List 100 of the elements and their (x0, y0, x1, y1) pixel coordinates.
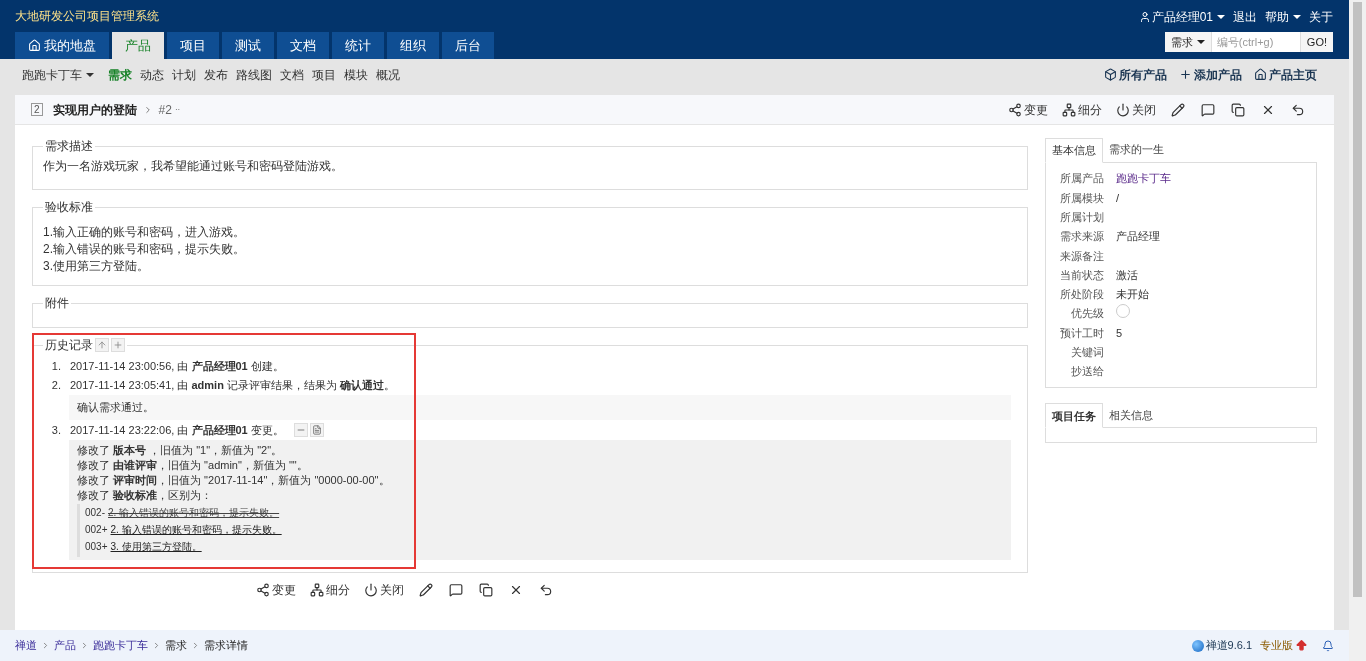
change-line: 修改了 验收标准，区别为： (77, 488, 214, 503)
diff-line-number: 002+ (85, 523, 108, 537)
nav-tab[interactable]: 统计 (332, 32, 384, 59)
nav-tab[interactable]: 组织 (387, 32, 439, 59)
change-line: 修改了 版本号 ，旧值为 "1"，新值为 "2"。 (77, 443, 284, 458)
field-label: 抄送给 (1070, 364, 1104, 380)
nav-tab[interactable]: 我的地盘 (15, 32, 109, 59)
entry-number: 3. (50, 422, 61, 438)
product-action-link[interactable]: 所有产品 (1104, 65, 1167, 84)
action-button[interactable]: 关闭 (362, 581, 406, 599)
user-menu[interactable]: 产品经理01 (1138, 7, 1225, 26)
breadcrumb-separator-icon (41, 641, 50, 650)
power-icon (364, 583, 378, 597)
user-icon (1138, 10, 1151, 23)
section-title: 验收标准 (44, 199, 94, 216)
subnav-link[interactable]: 计划 (172, 65, 196, 84)
nav-tab[interactable]: 后台 (442, 32, 494, 59)
copy-icon (479, 583, 493, 597)
criteria-line: 1.输入正确的账号和密码，进入游戏。 (43, 224, 246, 241)
product-link[interactable]: 跑跑卡丁车 (1116, 172, 1171, 185)
undo-icon (1291, 102, 1305, 117)
go-button[interactable]: GO! (1299, 32, 1333, 52)
section-title: 历史记录 (45, 337, 93, 354)
plus-icon (113, 340, 123, 350)
field-label: 预计工时 (1059, 325, 1104, 341)
action-button[interactable]: 关闭 (1114, 100, 1158, 119)
diff-line: 2. 输入错误的账号和密码，提示失败。 (110, 523, 282, 537)
arrow-up-icon (97, 340, 107, 350)
field-label: 优先级 (1070, 306, 1104, 322)
subnav-link[interactable]: 发布 (204, 65, 228, 84)
info-tab[interactable]: 需求的一生 (1103, 137, 1170, 162)
close-icon (509, 583, 523, 597)
info-tab[interactable]: 基本信息 (1045, 138, 1103, 163)
breadcrumb-link[interactable]: 需求详情 (204, 637, 248, 654)
comment-box: 确认需求通过。 (69, 395, 1011, 420)
search-type-dropdown[interactable]: 需求 (1164, 32, 1212, 52)
field-label: 所属模块 (1059, 190, 1104, 206)
field-value: 5 (1116, 326, 1123, 339)
subnav-link[interactable]: 需求 (108, 65, 132, 84)
bell-icon[interactable] (1322, 639, 1334, 652)
action-button[interactable]: 变更 (254, 581, 298, 599)
info-tab[interactable]: 相关信息 (1103, 402, 1159, 428)
history-entry: 2017-11-14 23:22:06, 由 产品经理01 变更。 (70, 422, 284, 438)
subnav-link[interactable]: 模块 (344, 65, 368, 84)
edition-link[interactable]: 专业版 (1260, 637, 1308, 654)
box-icon (1104, 68, 1117, 81)
toggle-button[interactable] (293, 422, 308, 437)
nav-tab[interactable]: 产品 (112, 32, 164, 59)
caret-icon (1293, 14, 1301, 19)
story-title: 实现用户的登陆 (52, 101, 137, 119)
breadcrumb-separator-icon (191, 641, 200, 650)
version-link[interactable]: 禅道9.6.1 (1205, 637, 1252, 654)
subnav-link[interactable]: 动态 (140, 65, 164, 84)
pencil-icon (1171, 102, 1185, 117)
action-button[interactable]: 变更 (1006, 100, 1050, 119)
criteria-line: 2.输入错误的账号和密码，提示失败。 (43, 241, 246, 258)
info-tab[interactable]: 项目任务 (1045, 403, 1103, 429)
logout-link[interactable]: 退出 (1233, 7, 1257, 26)
diff-line: 2. 输入错误的账号和密码，提示失败。 (108, 506, 280, 520)
history-entry: 2017-11-14 23:00:56, 由 产品经理01 创建。 (70, 359, 284, 374)
action-button[interactable]: 细分 (1060, 100, 1104, 119)
field-label: 来源备注 (1059, 248, 1104, 264)
action-button[interactable]: 细分 (308, 581, 352, 599)
subnav-link[interactable]: 文档 (280, 65, 304, 84)
app-title: 大地研发公司项目管理系统 (15, 9, 160, 24)
field-label: 所属产品 (1059, 171, 1104, 187)
breadcrumb-separator-icon (152, 641, 161, 650)
share-icon (1008, 102, 1022, 117)
product-action-link[interactable]: 添加产品 (1179, 65, 1242, 84)
field-value: 激活 (1116, 268, 1138, 281)
diff-line: 3. 使用第三方登陆。 (110, 540, 202, 554)
nav-tab[interactable]: 测试 (222, 32, 274, 59)
breadcrumb-link[interactable]: 跑跑卡丁车 (93, 637, 148, 654)
subnav-link[interactable]: 概况 (376, 65, 400, 84)
product-switcher[interactable]: 跑跑卡丁车 (22, 65, 94, 84)
power-icon (1116, 102, 1130, 117)
share-icon (256, 583, 270, 597)
version-switcher[interactable]: #2 ·· (158, 100, 181, 119)
breadcrumb-link[interactable]: 需求 (165, 637, 187, 654)
product-action-link[interactable]: 产品主页 (1254, 65, 1317, 84)
section-title: 附件 (44, 295, 70, 312)
diff-button[interactable] (309, 422, 324, 437)
comment-icon (449, 583, 463, 597)
breadcrumb-separator-icon (80, 641, 89, 650)
help-menu[interactable]: 帮助 (1265, 7, 1301, 26)
field-value: 产品经理 (1116, 230, 1160, 243)
network-icon (310, 583, 324, 597)
breadcrumb-link[interactable]: 产品 (54, 637, 76, 654)
breadcrumb-link[interactable]: 禅道 (15, 637, 37, 654)
about-link[interactable]: 关于 (1309, 7, 1333, 26)
nav-tab[interactable]: 项目 (167, 32, 219, 59)
change-line: 修改了 评审时间，旧值为 "2017-11-14"，新值为 "0000-00-00"。 (77, 473, 391, 488)
home-icon (1254, 68, 1267, 81)
subnav-link[interactable]: 路线图 (236, 65, 272, 84)
pencil-icon (419, 583, 433, 597)
subnav-link[interactable]: 项目 (312, 65, 336, 84)
nav-tab[interactable]: 文档 (277, 32, 329, 59)
field-label: 所处阶段 (1059, 287, 1104, 303)
field-value: 未开始 (1116, 288, 1149, 301)
caret-icon (1196, 40, 1205, 44)
